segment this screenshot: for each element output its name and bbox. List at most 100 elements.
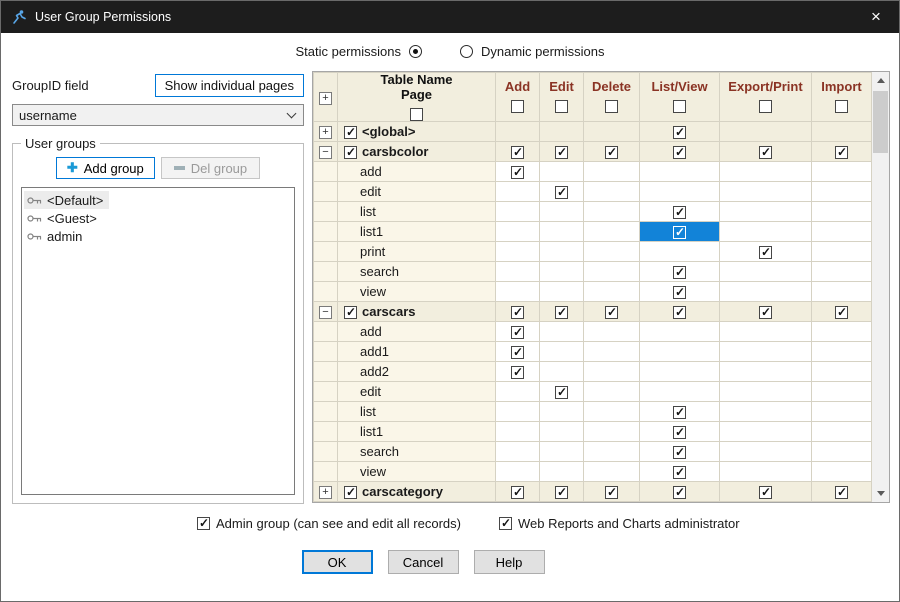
perm-checkbox-add[interactable] [511,346,524,359]
perm-cell-list[interactable] [640,361,720,381]
column-checkbox-list[interactable] [673,100,686,113]
perm-cell-import[interactable] [812,221,872,241]
perm-checkbox-list[interactable] [673,426,686,439]
perm-checkbox-export[interactable] [759,306,772,319]
expand-icon[interactable]: + [319,126,332,139]
perm-cell-list[interactable] [640,121,720,141]
groupid-field-select[interactable]: username [12,104,304,126]
page-name-cell[interactable]: edit [338,381,496,401]
perm-cell-import[interactable] [812,281,872,301]
column-checkbox-export[interactable] [759,100,772,113]
perm-cell-delete[interactable] [584,401,640,421]
page-name-cell[interactable]: list [338,201,496,221]
collapse-icon[interactable]: − [319,146,332,159]
perm-cell-delete[interactable] [584,221,640,241]
user-group-item[interactable]: <Default> [24,191,109,209]
page-name-cell[interactable]: add1 [338,341,496,361]
perm-cell-export[interactable] [720,341,812,361]
perm-cell-export[interactable] [720,141,812,161]
perm-cell-edit[interactable] [540,341,584,361]
perm-cell-delete[interactable] [584,341,640,361]
perm-cell-add[interactable] [496,121,540,141]
perm-cell-add[interactable] [496,221,540,241]
group-name-cell[interactable]: carscars [338,301,496,321]
perm-cell-add[interactable] [496,341,540,361]
perm-checkbox-edit[interactable] [555,306,568,319]
perm-cell-list[interactable] [640,181,720,201]
expand-all-button[interactable]: + [319,92,332,105]
group-name-cell[interactable]: <global> [338,121,496,141]
perm-cell-edit[interactable] [540,461,584,481]
admin-group-checkbox[interactable] [197,517,210,530]
page-name-cell[interactable]: add [338,321,496,341]
page-name-cell[interactable]: view [338,461,496,481]
cancel-button[interactable]: Cancel [388,550,459,574]
perm-cell-delete[interactable] [584,481,640,501]
perm-checkbox-import[interactable] [835,146,848,159]
perm-cell-import[interactable] [812,201,872,221]
perm-cell-import[interactable] [812,301,872,321]
help-button[interactable]: Help [474,550,545,574]
perm-cell-add[interactable] [496,421,540,441]
perm-checkbox-list[interactable] [673,266,686,279]
admin-group-option[interactable]: Admin group (can see and edit all record… [197,516,461,531]
perm-cell-list[interactable] [640,401,720,421]
perm-cell-export[interactable] [720,201,812,221]
perm-cell-list[interactable] [640,441,720,461]
perm-cell-edit[interactable] [540,361,584,381]
perm-cell-add[interactable] [496,141,540,161]
column-checkbox-import[interactable] [835,100,848,113]
perm-cell-edit[interactable] [540,241,584,261]
perm-cell-delete[interactable] [584,241,640,261]
ok-button[interactable]: OK [302,550,373,574]
perm-cell-add[interactable] [496,161,540,181]
perm-cell-list[interactable] [640,221,720,241]
perm-cell-export[interactable] [720,221,812,241]
perm-cell-list[interactable] [640,421,720,441]
perm-cell-import[interactable] [812,361,872,381]
perm-cell-delete[interactable] [584,121,640,141]
perm-cell-list[interactable] [640,141,720,161]
perm-cell-add[interactable] [496,301,540,321]
perm-cell-add[interactable] [496,261,540,281]
perm-cell-delete[interactable] [584,421,640,441]
perm-cell-import[interactable] [812,401,872,421]
column-checkbox-edit[interactable] [555,100,568,113]
perm-checkbox-delete[interactable] [605,146,618,159]
user-group-item[interactable]: admin [24,227,88,245]
perm-cell-add[interactable] [496,321,540,341]
perm-checkbox-list[interactable] [673,306,686,319]
perm-checkbox-edit[interactable] [555,386,568,399]
perm-cell-delete[interactable] [584,301,640,321]
perm-cell-edit[interactable] [540,121,584,141]
group-checkbox[interactable] [344,486,357,499]
perm-cell-list[interactable] [640,261,720,281]
perm-checkbox-export[interactable] [759,146,772,159]
add-group-button[interactable]: ✚ Add group [56,157,155,179]
column-checkbox-delete[interactable] [605,100,618,113]
perm-checkbox-list[interactable] [673,466,686,479]
perm-cell-export[interactable] [720,421,812,441]
perm-checkbox-list[interactable] [673,206,686,219]
perm-cell-list[interactable] [640,281,720,301]
perm-cell-import[interactable] [812,241,872,261]
page-name-cell[interactable]: list [338,401,496,421]
perm-cell-add[interactable] [496,401,540,421]
perm-cell-delete[interactable] [584,361,640,381]
perm-cell-import[interactable] [812,121,872,141]
perm-cell-list[interactable] [640,301,720,321]
perm-cell-add[interactable] [496,381,540,401]
perm-cell-import[interactable] [812,321,872,341]
perm-cell-import[interactable] [812,421,872,441]
perm-cell-delete[interactable] [584,461,640,481]
perm-cell-export[interactable] [720,441,812,461]
perm-checkbox-import[interactable] [835,486,848,499]
group-name-cell[interactable]: carsbcolor [338,141,496,161]
dynamic-permissions-radio[interactable] [460,45,473,58]
scrollbar-thumb[interactable] [873,91,888,153]
perm-cell-delete[interactable] [584,381,640,401]
column-checkbox-add[interactable] [511,100,524,113]
perm-cell-edit[interactable] [540,441,584,461]
perm-checkbox-edit[interactable] [555,146,568,159]
perm-cell-import[interactable] [812,261,872,281]
